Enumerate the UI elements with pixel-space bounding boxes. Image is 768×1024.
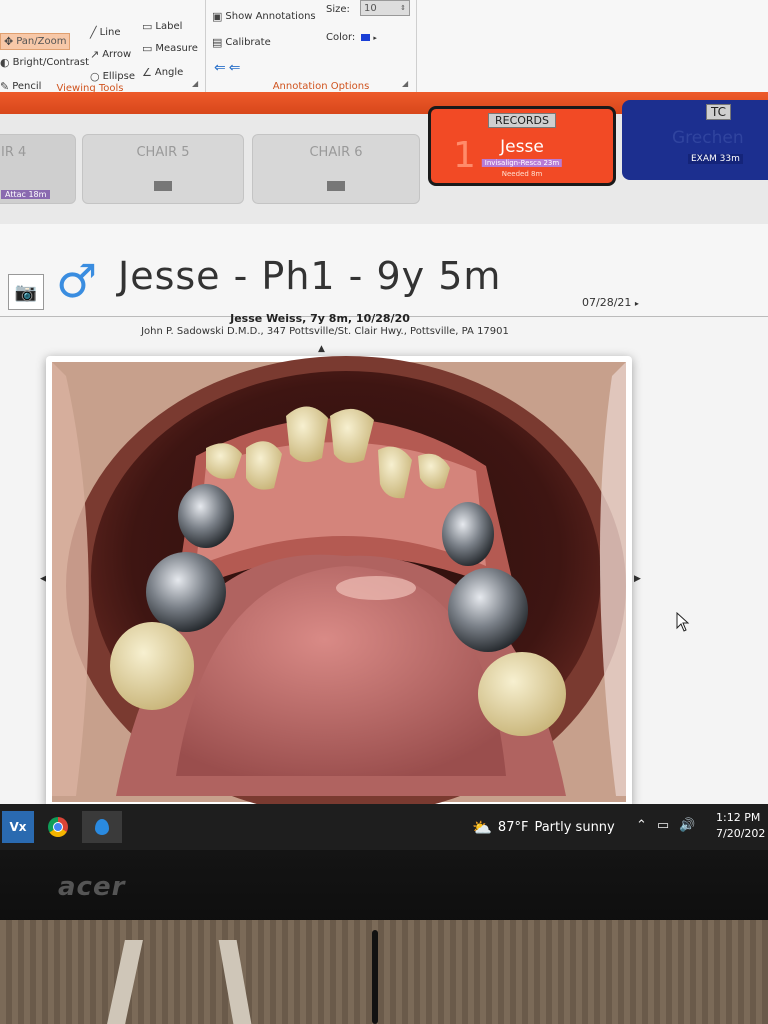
system-tray: ⌃ ▭ 🔊 [636,818,695,833]
pan-icon: ✥ [4,35,14,48]
arrow-icon: ↗ [90,48,100,61]
nav-up-arrow-icon[interactable]: ▲ [318,344,325,354]
angle-icon: ∠ [142,66,152,79]
label-tool[interactable]: ▭ Label [142,20,182,33]
chair-status-bar: IR 4 Attac 18m CHAIR 5 CHAIR 6 RECORDS 1… [0,100,768,225]
arrow-tool[interactable]: ↗ Arrow [90,48,131,61]
cursor-arrow-icon [676,611,690,632]
annotation-options-label: Annotation Options [272,81,370,92]
windows-taskbar: Vx ⛅ 87°F Partly sunny ⌃ ▭ 🔊 1:12 PM 7/2… [0,804,768,850]
line-tool[interactable]: ╱ Line [90,26,120,39]
color-swatch [361,34,371,41]
calibrate-tool[interactable]: ▤ Calibrate [212,36,271,49]
chair-marker [154,181,172,191]
chrome-icon [48,817,68,837]
practice-address: John P. Sadowski D.M.D., 347 Pottsville/… [141,326,509,337]
monitor-brand-logo: acer [58,872,126,902]
next-arrow-icon[interactable]: ▸ [635,299,639,308]
male-gender-icon: ♂ [56,254,98,308]
angle-tool[interactable]: ∠ Angle [142,66,183,79]
partly-sunny-icon: ⛅ [472,818,492,837]
chrome-app-button[interactable] [42,811,74,843]
line-icon: ╱ [90,26,97,39]
network-icon[interactable]: ▭ [657,818,669,833]
volume-icon[interactable]: 🔊 [679,818,695,833]
chair-marker [327,181,345,191]
size-spinner[interactable]: 10 ⇕ [360,0,410,16]
vx-app-button[interactable]: Vx [2,811,34,843]
measure-tool[interactable]: ▭ Measure [142,42,198,55]
camera-icon: 📷 [14,281,38,303]
monitor-cable [372,930,378,1024]
imaging-app-button[interactable] [82,811,122,843]
size-label: Size: [326,4,350,15]
ribbon-toolbar: ✥ Pan/Zoom ◐ Bright/Contrast ✎ Pencil ╱ … [0,0,768,94]
chair-5-card[interactable]: CHAIR 5 [82,134,244,204]
image-caption: Jesse Weiss, 7y 8m, 10/28/20 [230,312,410,325]
ruler-icon: ▭ [142,42,153,55]
redo-icon[interactable]: ⇐ [229,60,241,76]
ellipse-tool[interactable]: ○ Ellipse [90,70,135,83]
chair-6-card[interactable]: CHAIR 6 [252,134,420,204]
viewing-tools-group: ✥ Pan/Zoom ◐ Bright/Contrast ✎ Pencil ╱ … [0,0,206,94]
spinner-arrows-icon[interactable]: ⇕ [400,4,406,12]
bright-contrast-tool[interactable]: ◐ Bright/Contrast [0,56,89,69]
chevron-up-icon[interactable]: ⌃ [636,818,647,833]
application-screen: ✥ Pan/Zoom ◐ Bright/Contrast ✎ Pencil ╱ … [0,0,768,850]
pan-zoom-tool[interactable]: ✥ Pan/Zoom [0,33,71,50]
undo-redo-arrows[interactable]: ⇐ ⇐ [214,60,240,76]
ellipse-icon: ○ [90,70,100,83]
nav-right-arrow-icon[interactable]: ▶ [634,574,641,584]
intraoral-photo[interactable] [46,356,632,808]
weather-widget[interactable]: ⛅ 87°F Partly sunny [472,818,615,837]
chevron-right-icon: ▸ [373,33,377,42]
dialog-launcher-icon[interactable]: ◢ [192,79,198,88]
chair-4-card[interactable]: IR 4 Attac 18m [0,134,76,204]
label-icon: ▭ [142,20,153,33]
records-chair-card[interactable]: RECORDS 1 Jesse Invisalign-Resca 23m Nee… [428,106,616,186]
patient-header: 📷 ♂ Jesse - Ph1 - 9y 5m [0,224,768,316]
patient-title: Jesse - Ph1 - 9y 5m [118,254,502,298]
tc-chair-card[interactable]: TC Grechen EXAM 33m [622,100,768,180]
taskbar-clock[interactable]: 1:12 PM 7/20/202 [716,810,765,842]
dialog-launcher-icon[interactable]: ◢ [402,79,408,88]
brightness-icon: ◐ [0,56,10,69]
next-image-date[interactable]: 07/28/21 ▸ [582,296,639,309]
color-picker[interactable]: Color: ▸ [326,32,377,43]
camera-button[interactable]: 📷 [8,274,44,310]
upper-arch-image [52,356,626,808]
show-annotations-toggle[interactable]: ▣ Show Annotations [212,10,316,23]
calibrate-icon: ▤ [212,36,223,49]
droplet-icon [95,819,109,835]
undo-icon[interactable]: ⇐ [214,60,226,76]
annotations-icon: ▣ [212,10,223,23]
